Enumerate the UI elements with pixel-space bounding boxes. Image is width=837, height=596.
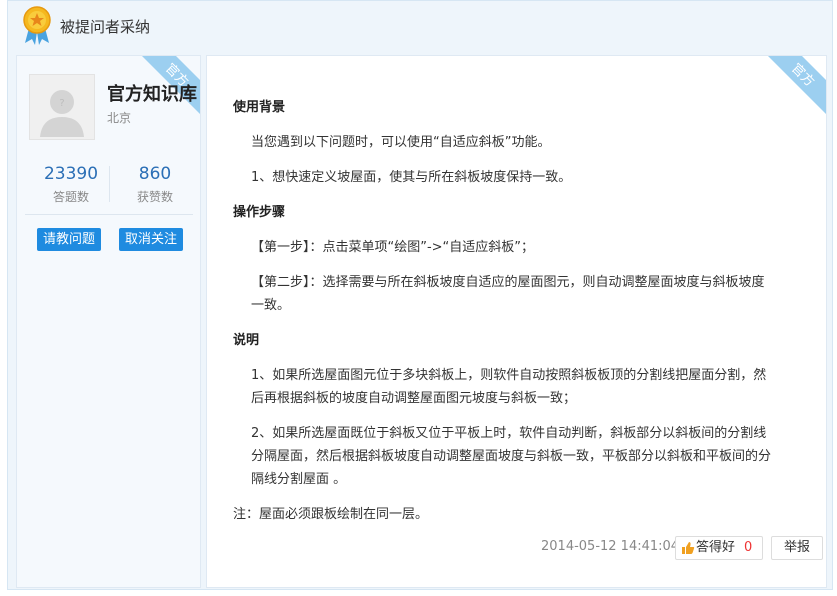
stat-divider bbox=[109, 166, 110, 202]
paragraph: 1、想快速定义坡屋面，使其与所在斜板坡度保持一致。 bbox=[251, 170, 572, 185]
svg-text:?: ? bbox=[59, 98, 64, 109]
user-location: 北京 bbox=[107, 111, 132, 125]
section-heading: 使用背景 bbox=[233, 100, 286, 115]
stat-answers-value: 23390 bbox=[43, 164, 99, 184]
unfollow-button[interactable]: 取消关注 bbox=[119, 228, 184, 251]
paragraph: 1、如果所选屋面图元位于多块斜板上，则软件自动按照斜板板顶的分割线把屋面分割，然… bbox=[251, 368, 767, 406]
card-header: 被提问者采纳 bbox=[8, 1, 832, 49]
paragraph: 2、如果所选屋面既位于斜板又位于平板上时，软件自动判断，斜板部分以斜板间的分割线… bbox=[251, 426, 772, 487]
user-name[interactable]: 官方知识库 bbox=[107, 80, 197, 106]
paragraph: 【第一步】：点击菜单项“绘图”->“自适应斜板”； bbox=[251, 240, 535, 255]
answer-content: 使用背景 当您遇到以下问题时，可以使用“自适应斜板”功能。 1、想快速定义坡屋面… bbox=[233, 96, 773, 538]
good-answer-button[interactable]: 答得好 0 bbox=[675, 536, 763, 560]
medal-icon bbox=[23, 6, 51, 45]
section-heading: 说明 bbox=[233, 333, 260, 348]
header-title: 被提问者采纳 bbox=[60, 18, 151, 36]
paragraph: 当您遇到以下问题时，可以使用“自适应斜板”功能。 bbox=[251, 135, 551, 150]
answer-timestamp: 2014-05-12 14:41:04 bbox=[541, 539, 680, 554]
footnote: 注：屋面必须跟板绘制在同一层。 bbox=[233, 507, 429, 522]
answer-card: 被提问者采纳 官方 ? 官方知识库 北京 23390 答题数 860 获赞数 请… bbox=[7, 0, 833, 590]
good-answer-count: 0 bbox=[744, 540, 753, 555]
section-heading: 操作步骤 bbox=[233, 205, 286, 220]
paragraph: 【第二步】：选择需要与所在斜板坡度自适应的屋面图元，则自动调整屋面坡度与斜板坡度… bbox=[251, 275, 765, 313]
thumbs-up-icon bbox=[682, 542, 695, 554]
answer-footer: 2014-05-12 14:41:04 答得好 0 举报 bbox=[207, 536, 826, 560]
stat-likes: 860 获赞数 bbox=[115, 164, 195, 205]
good-answer-label: 答得好 bbox=[696, 540, 736, 555]
answer-panel: 官方 使用背景 当您遇到以下问题时，可以使用“自适应斜板”功能。 1、想快速定义… bbox=[206, 55, 827, 588]
report-button[interactable]: 举报 bbox=[771, 536, 823, 560]
panel-divider bbox=[25, 214, 193, 215]
stat-likes-label: 获赞数 bbox=[136, 190, 173, 204]
stat-likes-value: 860 bbox=[138, 164, 172, 184]
official-badge: 官方 bbox=[768, 56, 826, 114]
stat-answers: 23390 答题数 bbox=[31, 164, 111, 205]
avatar[interactable]: ? bbox=[29, 74, 95, 140]
user-panel: 官方 ? 官方知识库 北京 23390 答题数 860 获赞数 请教问题 取消关… bbox=[16, 55, 201, 588]
ask-question-button[interactable]: 请教问题 bbox=[37, 228, 102, 251]
stat-answers-label: 答题数 bbox=[52, 190, 89, 204]
